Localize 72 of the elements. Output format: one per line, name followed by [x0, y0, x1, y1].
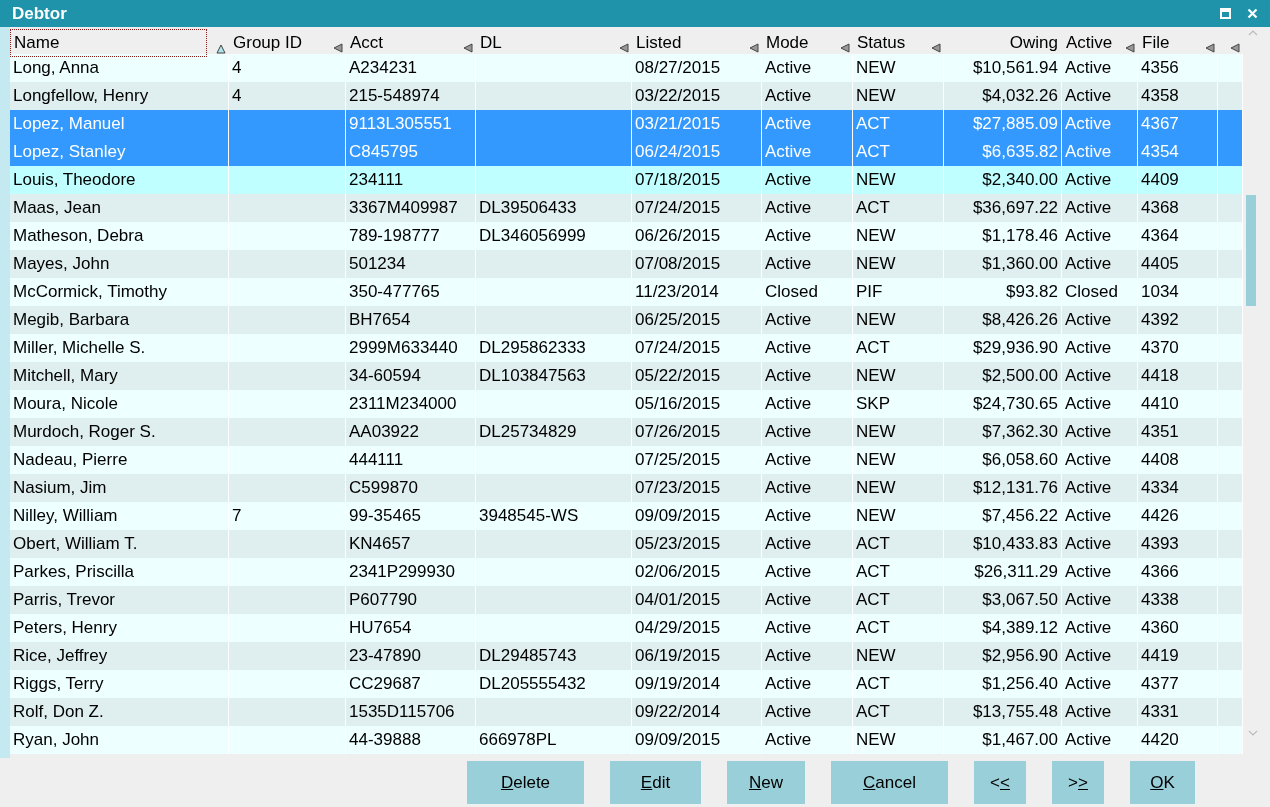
dialog-button[interactable]: << [974, 761, 1026, 804]
table-row[interactable]: McCormick, Timothy 350-477765 11/23/2014 Closed PIF $93.82 Closed 1034 [10, 278, 1243, 306]
table-cell: $1,467.00 [944, 726, 1062, 754]
column-header[interactable]: Listed [632, 29, 762, 57]
table-row[interactable]: Nilley, William 7 99-35465 3948545-WS 09/09/2015 Active NEW $7,456.22 Active 4426 [10, 502, 1243, 530]
table-row[interactable]: Louis, Theodore 234111 07/18/2015 Active NEW $2,340.00 Active 4409 [10, 166, 1243, 194]
sort-arrow-icon[interactable] [840, 42, 850, 53]
table-cell: 44-39888 [346, 726, 476, 754]
column-header[interactable]: Status [853, 29, 944, 57]
table-row[interactable]: Maas, Jean 3367M409987 DL39506433 07/24/2015 Active ACT $36,697.22 Active 4368 [10, 194, 1243, 222]
dialog-button[interactable]: New [727, 761, 805, 804]
table-row[interactable]: Long, Anna 4 A234231 08/27/2015 Active NEW $10,561.94 Active 4356 [10, 54, 1243, 82]
column-header[interactable]: Group ID [229, 29, 346, 57]
column-header[interactable]: Mode [762, 29, 853, 57]
maximize-icon[interactable] [1220, 8, 1231, 19]
dialog-button[interactable]: >> [1052, 761, 1104, 804]
sort-arrow-icon[interactable] [1125, 42, 1135, 53]
header-label: Listed [635, 32, 683, 53]
column-header[interactable]: Active [1062, 29, 1138, 57]
header-label: Name [13, 32, 61, 53]
column-header[interactable]: Owing [944, 29, 1062, 57]
table-row[interactable]: Moura, Nicole 2311M234000 05/16/2015 Active SKP $24,730.65 Active 4410 [10, 390, 1243, 418]
table-row[interactable]: Mayes, John 501234 07/08/2015 Active NEW $1,360.00 Active 4405 [10, 250, 1243, 278]
table-row[interactable]: Obert, William T. KN4657 05/23/2015 Active ACT $10,433.83 Active 4393 [10, 530, 1243, 558]
sort-arrow-icon[interactable] [1230, 42, 1240, 53]
scrollbar-thumb[interactable] [1246, 195, 1256, 306]
table-row[interactable]: Parkes, Priscilla 2341P299930 02/06/2015 Active ACT $26,311.29 Active 4366 [10, 558, 1243, 586]
table-row[interactable]: Murdoch, Roger S. AA03922 DL25734829 07/26/2015 Active NEW $7,362.30 Active 4351 [10, 418, 1243, 446]
close-icon[interactable] [1247, 8, 1258, 19]
table-cell: 09/09/2015 [632, 726, 762, 754]
sort-ascending-icon[interactable] [216, 43, 226, 54]
table-row[interactable]: Matheson, Debra 789-198777 DL346056999 06/26/2015 Active NEW $1,178.46 Active 4364 [10, 222, 1243, 250]
dialog-button[interactable]: OK [1130, 761, 1195, 804]
header-label: Acct [349, 32, 385, 53]
table-row[interactable]: Rolf, Don Z. 1535D115706 09/22/2014 Active ACT $13,755.48 Active 4331 [10, 698, 1243, 726]
header-label: File [1141, 32, 1171, 53]
dialog-button[interactable]: Delete [467, 761, 584, 804]
table-row[interactable]: Rice, Jeffrey 23-47890 DL29485743 06/19/2015 Active NEW $2,956.90 Active 4419 [10, 642, 1243, 670]
sort-arrow-icon[interactable] [1205, 42, 1215, 53]
sort-arrow-icon[interactable] [463, 42, 473, 53]
table-cell: Ryan, John [10, 726, 229, 754]
dialog-button[interactable]: Cancel [831, 761, 948, 804]
table-row[interactable]: Miller, Michelle S. 2999M633440 DL295862333 07/24/2015 Active ACT $29,936.90 Active 4370 [10, 334, 1243, 362]
table-row[interactable]: Nadeau, Pierre 444111 07/25/2015 Active NEW $6,058.60 Active 4408 [10, 446, 1243, 474]
table-row[interactable]: Megib, Barbara BH7654 06/25/2015 Active NEW $8,426.26 Active 4392 [10, 306, 1243, 334]
dialog-button[interactable]: Edit [610, 761, 701, 804]
header-label: Group ID [232, 32, 303, 53]
table-row[interactable]: Peters, Henry HU7654 04/29/2015 Active ACT $4,389.12 Active 4360 [10, 614, 1243, 642]
sort-arrow-icon[interactable] [749, 42, 759, 53]
column-header[interactable]: Acct [346, 29, 476, 57]
window-title: Debtor [12, 2, 67, 25]
header-label: Active [1065, 32, 1114, 53]
table-row[interactable]: Nasium, Jim C599870 07/23/2015 Active NEW $12,131.76 Active 4334 [10, 474, 1243, 502]
table-row[interactable]: Longfellow, Henry 4 215-548974 03/22/2015 Active NEW $4,032.26 Active 4358 [10, 82, 1243, 110]
table-row[interactable]: Ryan, John 44-39888 666978PL 09/09/2015 Active NEW $1,467.00 Active 4420 [10, 726, 1243, 754]
table-cell: 4420 [1138, 726, 1218, 754]
column-header[interactable]: DL [476, 29, 632, 57]
header-label: Status [856, 32, 907, 53]
table-row[interactable]: Parris, Trevor P607790 04/01/2015 Active ACT $3,067.50 Active 4338 [10, 586, 1243, 614]
sort-arrow-icon[interactable] [931, 42, 941, 53]
table-row[interactable]: Mitchell, Mary 34-60594 DL103847563 05/22/2015 Active NEW $2,500.00 Active 4418 [10, 362, 1243, 390]
table-cell: Active [762, 726, 853, 754]
table-row[interactable]: Riggs, Terry CC29687 DL205555432 09/19/2014 Active ACT $1,256.40 Active 4377 [10, 670, 1243, 698]
header-label: DL [479, 32, 503, 53]
header-label: Mode [765, 32, 810, 53]
table-cell: Active [1062, 726, 1138, 754]
table-cell: 666978PL [476, 726, 632, 754]
sort-arrow-icon[interactable] [619, 42, 629, 53]
column-header[interactable]: File [1138, 29, 1218, 57]
table-cell: NEW [853, 726, 944, 754]
sort-arrow-icon[interactable] [333, 42, 343, 53]
header-label: Owing [1008, 32, 1059, 53]
